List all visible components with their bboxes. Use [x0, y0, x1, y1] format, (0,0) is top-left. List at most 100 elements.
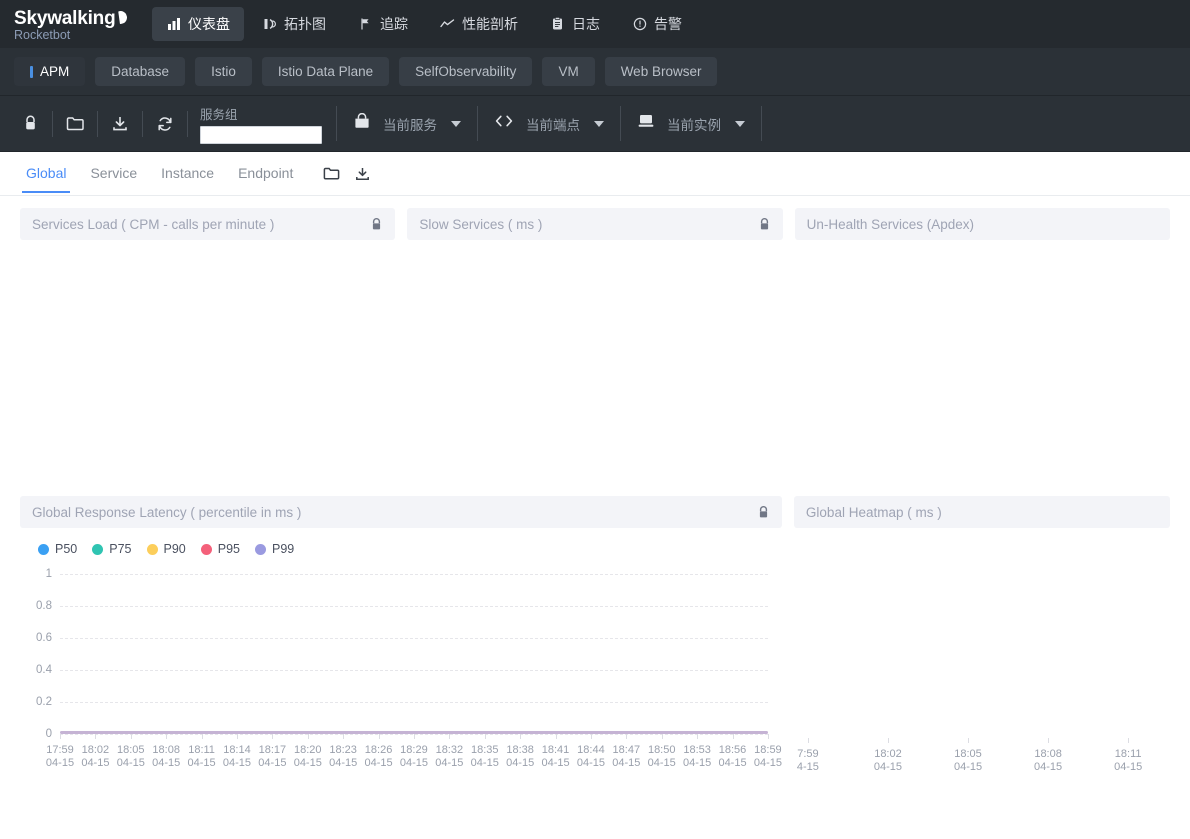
- nav-item-log[interactable]: 日志: [536, 7, 614, 41]
- brand-logo[interactable]: Skywalking Rocketbot: [14, 7, 130, 42]
- tab-label: APM: [40, 64, 69, 79]
- legend-item-p95[interactable]: P95: [201, 542, 240, 556]
- dashboard-tab-strip: APM Database Istio Istio Data Plane Self…: [0, 48, 1190, 96]
- chart-legend: P50 P75 P90 P95 P99: [20, 528, 782, 556]
- moon-icon: [114, 11, 128, 25]
- legend-color-dot: [255, 544, 266, 555]
- widget-row-2: Global Response Latency ( percentile in …: [0, 496, 1190, 796]
- download-icon[interactable]: [104, 108, 136, 140]
- legend-color-dot: [92, 544, 103, 555]
- tab-vm[interactable]: VM: [542, 57, 594, 86]
- tab-selfobservability[interactable]: SelfObservability: [399, 57, 532, 86]
- nav-item-topology[interactable]: 拓扑图: [248, 7, 340, 41]
- nav-item-dashboard[interactable]: 仪表盘: [152, 7, 244, 41]
- widget-title: Un-Health Services (Apdex): [807, 217, 974, 232]
- widget-row-1: Services Load ( CPM - calls per minute )…: [0, 208, 1190, 496]
- x-axis-tick-label: 18:2004-15: [294, 744, 322, 770]
- heatmap-plot-area: 7:594-1518:0204-1518:0504-1518:0804-1518…: [794, 578, 1170, 778]
- chevron-down-icon: [451, 121, 461, 127]
- chart-plot-area: 00.20.40.60.81 17:5904-1518:0204-1518:05…: [20, 574, 782, 774]
- x-axis-tick-label: 18:2604-15: [364, 744, 392, 770]
- subtab-service[interactable]: Service: [78, 154, 149, 193]
- brand-name: Skywalking: [14, 9, 116, 28]
- lock-icon[interactable]: [757, 505, 770, 520]
- heatmap-x-tick-label: 18:0204-15: [874, 748, 902, 774]
- nav-item-label: 日志: [572, 14, 600, 34]
- subtab-label: Service: [90, 165, 137, 181]
- x-axis-tick: [272, 734, 273, 739]
- refresh-icon[interactable]: [149, 108, 181, 140]
- widget-header: Un-Health Services (Apdex): [795, 208, 1170, 240]
- legend-item-p99[interactable]: P99: [255, 542, 294, 556]
- x-axis-tick-label: 18:0504-15: [117, 744, 145, 770]
- tab-database[interactable]: Database: [95, 57, 185, 86]
- tab-istio[interactable]: Istio: [195, 57, 252, 86]
- widget-header: Global Heatmap ( ms ): [794, 496, 1170, 528]
- subtab-global[interactable]: Global: [14, 154, 78, 193]
- current-service-selector[interactable]: 当前服务: [337, 96, 477, 151]
- heatmap-x-tick: [808, 738, 809, 743]
- lock-icon[interactable]: [758, 217, 771, 232]
- legend-item-p75[interactable]: P75: [92, 542, 131, 556]
- tab-apm[interactable]: APM: [14, 57, 85, 86]
- dashboard-icon: [166, 17, 181, 32]
- subtab-instance[interactable]: Instance: [149, 154, 226, 193]
- download-icon[interactable]: [354, 166, 371, 182]
- folder-icon[interactable]: [59, 108, 91, 140]
- nav-item-profile[interactable]: 性能剖析: [426, 7, 532, 41]
- tab-istio-data-plane[interactable]: Istio Data Plane: [262, 57, 389, 86]
- heatmap-x-tick: [1128, 738, 1129, 743]
- tab-web-browser[interactable]: Web Browser: [605, 57, 718, 86]
- x-axis-tick-label: 18:3204-15: [435, 744, 463, 770]
- widget-title: Global Heatmap ( ms ): [806, 505, 942, 520]
- chevron-down-icon: [594, 121, 604, 127]
- lock-icon[interactable]: [370, 217, 383, 232]
- x-axis-tick: [591, 734, 592, 739]
- x-axis-tick-label: 18:5604-15: [718, 744, 746, 770]
- y-axis-tick-label: 0.4: [36, 664, 52, 676]
- service-icon: [353, 113, 371, 135]
- brand-subtitle: Rocketbot: [14, 29, 130, 42]
- legend-item-p90[interactable]: P90: [147, 542, 186, 556]
- grid-line: [60, 606, 768, 607]
- current-instance-label: 当前实例: [667, 114, 721, 134]
- toolbar-actions: 服务组: [0, 96, 336, 151]
- widget-global-heatmap: Global Heatmap ( ms ) 7:594-1518:0204-15…: [794, 496, 1170, 796]
- widget-title: Services Load ( CPM - calls per minute ): [32, 217, 274, 232]
- subtab-actions: [323, 166, 371, 182]
- x-axis-tick: [626, 734, 627, 739]
- legend-label: P99: [272, 542, 294, 556]
- service-group-input[interactable]: [200, 126, 322, 144]
- x-axis-tick-label: 18:5904-15: [754, 744, 782, 770]
- grid-line: [60, 574, 768, 575]
- heatmap-x-tick-label: 18:0804-15: [1034, 748, 1062, 774]
- x-axis-tick-label: 18:4704-15: [612, 744, 640, 770]
- chart-x-axis: 17:5904-1518:0204-1518:0504-1518:0804-15…: [60, 744, 768, 774]
- x-axis-tick-label: 18:4104-15: [541, 744, 569, 770]
- widget-body: [20, 240, 395, 496]
- grid-line: [60, 638, 768, 639]
- latency-line-chart[interactable]: 00.20.40.60.81: [60, 574, 768, 734]
- current-endpoint-selector[interactable]: 当前端点: [478, 96, 620, 151]
- x-axis-tick: [95, 734, 96, 739]
- x-axis-tick-label: 18:2304-15: [329, 744, 357, 770]
- nav-item-trace[interactable]: 追踪: [344, 7, 422, 41]
- log-icon: [550, 17, 565, 32]
- tab-label: VM: [558, 64, 578, 79]
- folder-icon[interactable]: [323, 166, 340, 181]
- widget-header: Global Response Latency ( percentile in …: [20, 496, 782, 528]
- subtab-endpoint[interactable]: Endpoint: [226, 154, 305, 193]
- legend-label: P90: [164, 542, 186, 556]
- lock-icon[interactable]: [14, 108, 46, 140]
- subtab-label: Global: [26, 165, 66, 181]
- x-axis-tick: [131, 734, 132, 739]
- current-instance-selector[interactable]: 当前实例: [621, 96, 761, 151]
- x-axis-tick: [697, 734, 698, 739]
- nav-item-label: 拓扑图: [284, 14, 326, 34]
- legend-item-p50[interactable]: P50: [38, 542, 77, 556]
- x-axis-tick-label: 18:3504-15: [471, 744, 499, 770]
- nav-item-alarm[interactable]: 告警: [618, 7, 696, 41]
- global-heatmap-chart[interactable]: [808, 578, 1156, 738]
- widget-header: Slow Services ( ms ): [407, 208, 782, 240]
- x-axis-tick: [520, 734, 521, 739]
